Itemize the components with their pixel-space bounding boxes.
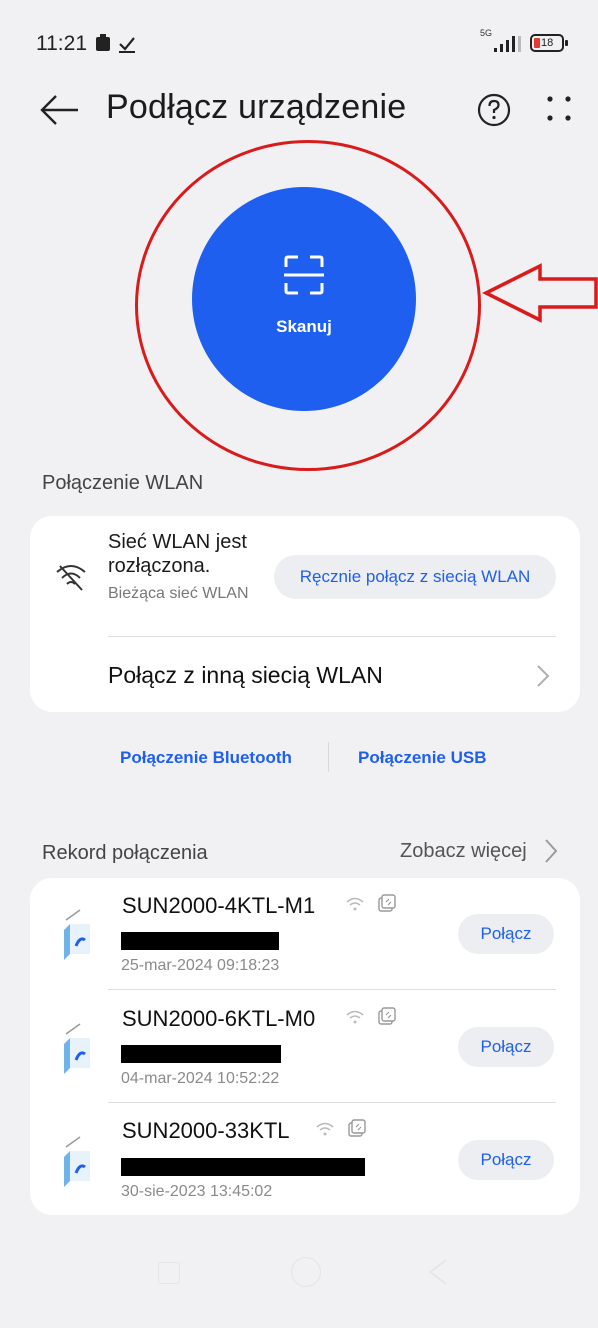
- wlan-current-network: Bieżąca sieć WLAN: [108, 585, 249, 602]
- connect-other-wlan-label: Połącz z inną siecią WLAN: [108, 662, 383, 688]
- redacted-serial: [121, 932, 279, 950]
- redacted-serial: [121, 1158, 365, 1176]
- device-connection-icon: [348, 1119, 366, 1137]
- chevron-right-icon: [537, 665, 550, 687]
- device-connection-icon: [378, 1007, 396, 1025]
- separator: [328, 742, 329, 772]
- connect-button[interactable]: Połącz: [458, 914, 554, 954]
- battery-level: 18: [541, 37, 554, 49]
- divider: [108, 636, 556, 637]
- status-notification-icons: [96, 34, 135, 53]
- page-title: Podłącz urządzenie: [106, 88, 407, 126]
- back-nav-button[interactable]: [426, 1258, 450, 1286]
- usb-connection-link[interactable]: Połączenie USB: [358, 748, 487, 768]
- record-date: 25-mar-2024 09:18:23: [121, 957, 280, 974]
- record-device-name: SUN2000-6KTL-M0: [122, 1006, 316, 1031]
- record-device-name: SUN2000-4KTL-M1: [122, 893, 316, 918]
- signal-icon: [494, 36, 521, 52]
- battery-icon: 18: [530, 34, 568, 52]
- scan-button[interactable]: Skanuj: [192, 187, 416, 411]
- wifi-off-icon: [56, 565, 86, 591]
- recent-apps-button[interactable]: [158, 1262, 180, 1284]
- record-date: 04-mar-2024 10:52:22: [121, 1070, 280, 1087]
- record-device-name: SUN2000-33KTL: [122, 1118, 290, 1143]
- more-options-icon[interactable]: [540, 92, 580, 128]
- wifi-icon: [346, 897, 364, 911]
- back-arrow-icon[interactable]: [38, 92, 82, 128]
- inverter-device-icon: [64, 1023, 90, 1074]
- scan-icon: [284, 255, 324, 295]
- connect-button[interactable]: Połącz: [458, 1027, 554, 1067]
- divider: [108, 989, 556, 990]
- network-type: 5G: [480, 28, 493, 38]
- connect-button[interactable]: Połącz: [458, 1140, 554, 1180]
- records-section-title: Rekord połączenia: [42, 842, 208, 864]
- device-connection-icon: [378, 894, 396, 912]
- wlan-section-title: Połączenie WLAN: [42, 472, 204, 494]
- connect-other-wlan-row[interactable]: Połącz z inną siecią WLAN: [108, 648, 564, 704]
- wlan-status-text: Sieć WLAN jest rozłączona.: [108, 531, 247, 577]
- record-date: 30-sie-2023 13:45:02: [121, 1183, 273, 1200]
- status-time: 11:21: [36, 32, 87, 55]
- inverter-device-icon: [64, 1136, 90, 1187]
- scan-label: Skanuj: [276, 317, 332, 336]
- help-icon[interactable]: [474, 90, 514, 130]
- annotation-arrow: [482, 263, 598, 323]
- wifi-icon: [346, 1010, 364, 1024]
- bluetooth-connection-link[interactable]: Połączenie Bluetooth: [120, 748, 292, 768]
- see-more-link[interactable]: Zobacz więcej: [400, 840, 527, 863]
- chevron-right-icon[interactable]: [544, 838, 558, 864]
- divider: [108, 1102, 556, 1103]
- home-button[interactable]: [291, 1257, 321, 1287]
- inverter-device-icon: [64, 909, 90, 960]
- manual-connect-wlan-button[interactable]: Ręcznie połącz z siecią WLAN: [274, 555, 556, 599]
- wifi-icon: [316, 1122, 334, 1136]
- redacted-serial: [121, 1045, 281, 1063]
